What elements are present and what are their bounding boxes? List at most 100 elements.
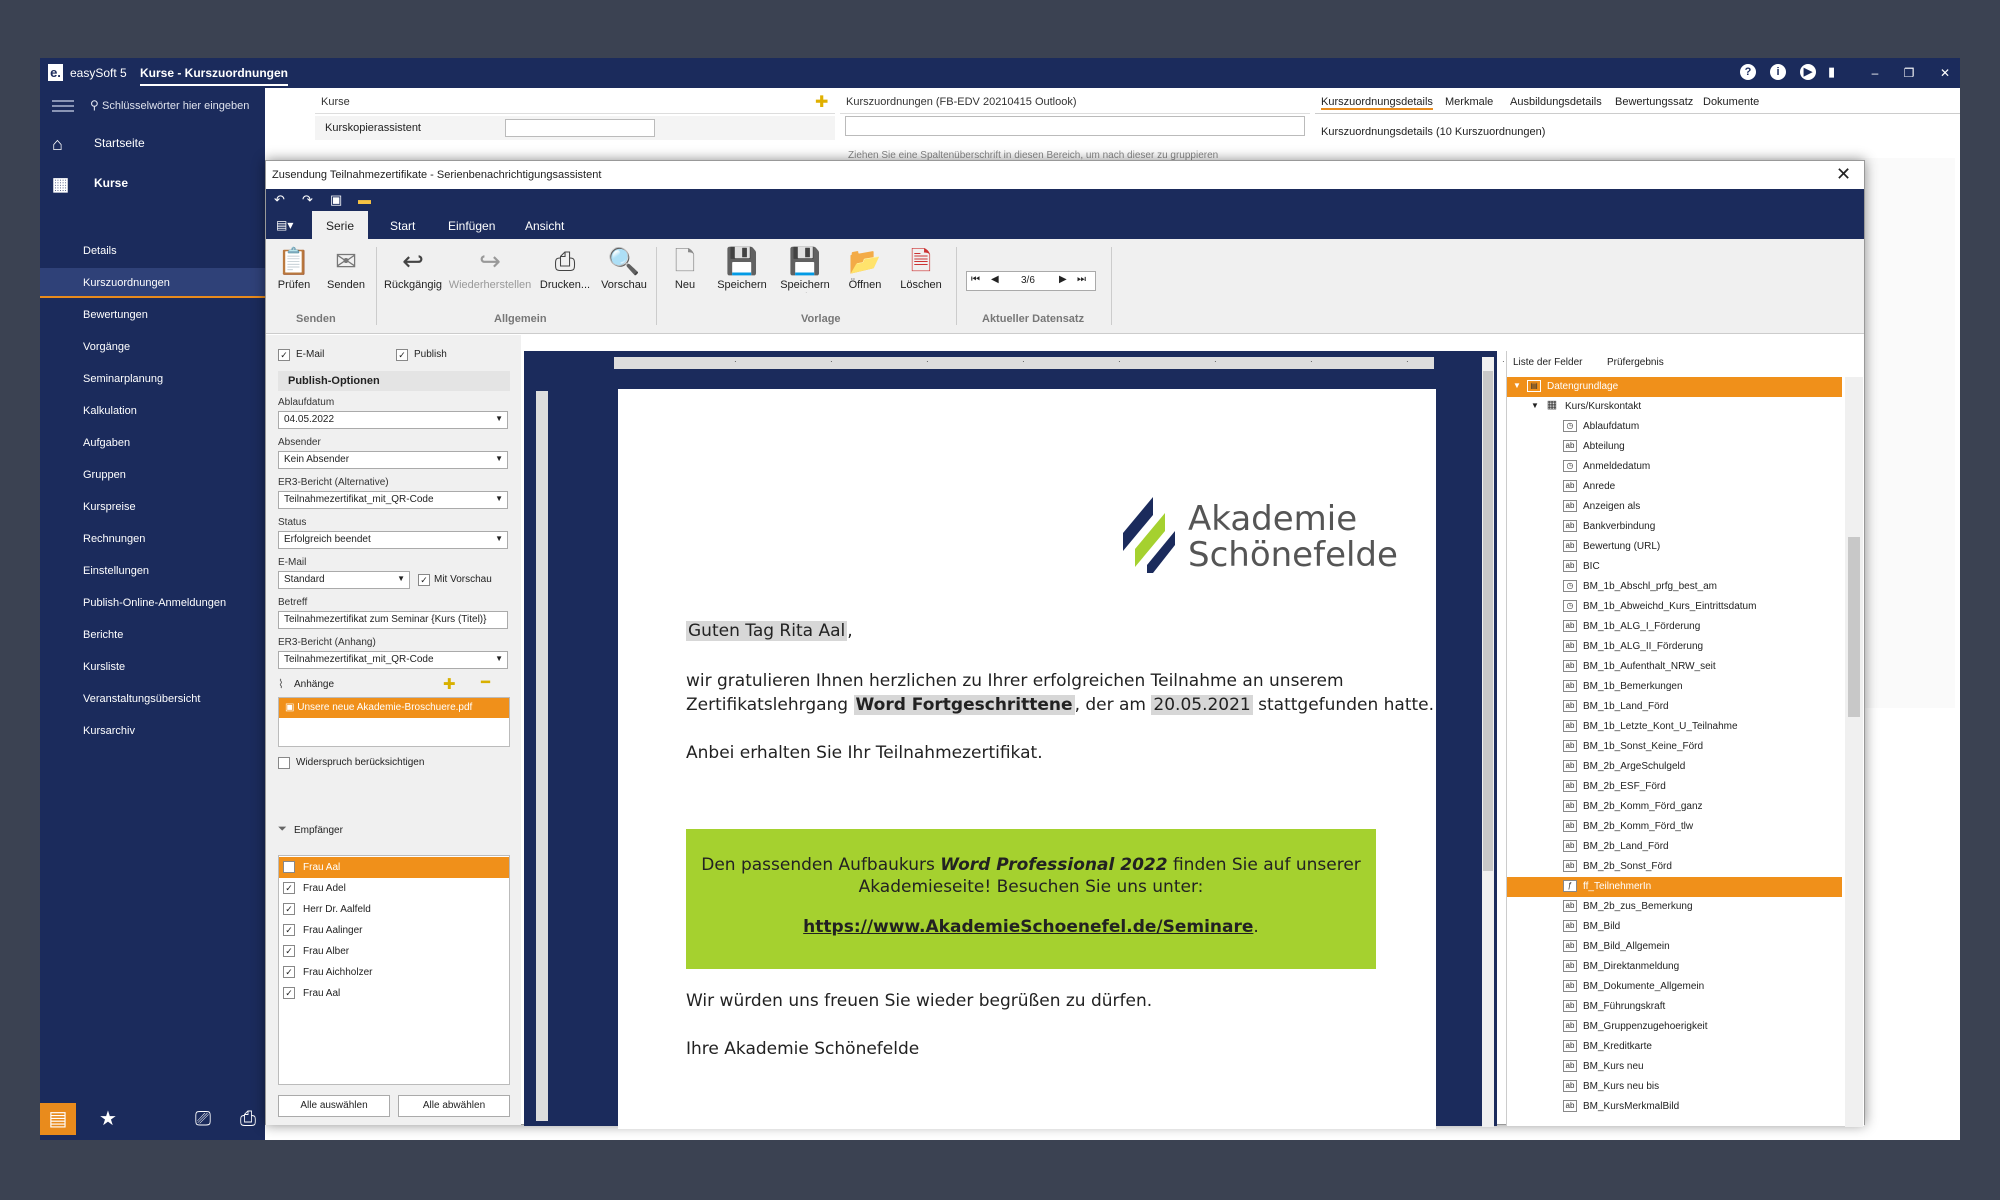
field-item[interactable]: ab Abteilung [1507, 437, 1842, 457]
recipient-item[interactable]: ✓ Frau Aichholzer [279, 962, 509, 983]
er3alt-field[interactable]: Teilnahmezertifikat_mit_QR-Code ▼ [278, 491, 508, 509]
record-navigator[interactable]: ⏮ ◀ 3/6 ▶ ⏭ [966, 271, 1096, 291]
document-editor[interactable]: ·········· Akademie Schönefelde Guten Ta… [524, 351, 1601, 1129]
undo-button[interactable]: ↩ Rückgängig [382, 243, 444, 303]
sidebar-item[interactable]: Bewertungen [40, 300, 265, 330]
field-item[interactable]: ab BM_Dokumente_Allgemein [1507, 977, 1842, 997]
email-template-field[interactable]: Standard ▼ [278, 571, 410, 589]
scrollbar-thumb[interactable] [1483, 371, 1493, 871]
field-item[interactable]: ab BIC [1507, 557, 1842, 577]
nav-kurse[interactable]: ▦ Kurse [52, 168, 252, 198]
field-item[interactable]: ab BM_Direktanmeldung [1507, 957, 1842, 977]
field-item[interactable]: ab Anrede [1507, 477, 1842, 497]
last-record-icon[interactable]: ⏭ [1077, 274, 1086, 285]
pruefen-button[interactable]: 📋 Prüfen [268, 243, 320, 303]
remove-attachment-icon[interactable]: ━ [481, 673, 490, 691]
recipient-item[interactable]: ✓ Frau Aal [279, 857, 509, 878]
horizontal-ruler[interactable]: ·········· [614, 357, 1601, 369]
signal-icon[interactable]: ▮ [1828, 64, 1835, 80]
add-icon[interactable]: ✚ [815, 92, 828, 112]
tab-pruefergebnis[interactable]: Prüfergebnis [1607, 357, 1664, 368]
field-item[interactable]: ab BM_1b_Bemerkungen [1507, 677, 1842, 697]
add-attachment-icon[interactable]: ✚ [443, 675, 456, 693]
field-item[interactable]: ƒ ff_TeilnehmerIn [1507, 877, 1842, 897]
tab-serie[interactable]: Serie [312, 211, 369, 239]
tab-einfuegen[interactable]: Einfügen [434, 211, 509, 239]
recipient-checkbox[interactable]: ✓ [283, 903, 295, 915]
tab-bewertungssatz[interactable]: Bewertungssatz [1615, 96, 1693, 108]
senden-button[interactable]: ✉ Senden [320, 243, 372, 303]
vertical-ruler[interactable] [536, 391, 548, 1121]
info-icon[interactable]: i [1770, 64, 1786, 80]
select-all-button[interactable]: Alle auswählen [278, 1095, 390, 1117]
sidebar-item[interactable]: Kalkulation [40, 396, 265, 426]
merge-field-greeting[interactable]: Guten Tag Rita Aal [686, 621, 848, 641]
field-list-scrollbar[interactable] [1845, 377, 1863, 1127]
tab-start[interactable]: Start [376, 211, 429, 239]
er3anh-field[interactable]: Teilnahmezertifikat_mit_QR-Code ▼ [278, 651, 508, 669]
tab-merkmale[interactable]: Merkmale [1445, 96, 1493, 108]
recipient-checkbox[interactable]: ✓ [283, 861, 295, 873]
minimize-button[interactable]: – [1866, 64, 1884, 82]
field-item[interactable]: ab BM_Kurs neu [1507, 1057, 1842, 1077]
prev-record-icon[interactable]: ◀ [991, 274, 999, 285]
tab-ansicht[interactable]: Ansicht [511, 211, 578, 239]
absender-field[interactable]: Kein Absender ▼ [278, 451, 508, 469]
vorschau-checkbox[interactable]: ✓ [418, 574, 430, 586]
recipient-item[interactable]: ✓ Frau Adel [279, 878, 509, 899]
sidebar-item[interactable]: Kursliste [40, 652, 265, 682]
publish-checkbox[interactable]: ✓ [396, 349, 408, 361]
tree-table-kurskontakt[interactable]: ▼ ▦ Kurs/Kurskontakt [1507, 397, 1842, 417]
field-item[interactable]: ab BM_Kreditkarte [1507, 1037, 1842, 1057]
recipient-checkbox[interactable]: ✓ [283, 882, 295, 894]
print-button[interactable]: ⎙ Drucken... [536, 243, 594, 303]
sidebar-item[interactable]: Berichte [40, 620, 265, 650]
field-item[interactable]: ab BM_Bild [1507, 917, 1842, 937]
field-item[interactable]: ◷ BM_1b_Abschl_prfg_best_am [1507, 577, 1842, 597]
nav-startseite[interactable]: ⌂ Startseite [52, 128, 252, 158]
merge-field-date[interactable]: 20.05.2021 [1151, 695, 1253, 715]
status-field[interactable]: Erfolgreich beendet ▼ [278, 531, 508, 549]
sidebar-item[interactable]: Aufgaben [40, 428, 265, 458]
field-item[interactable]: ab BM_1b_ALG_I_Förderung [1507, 617, 1842, 637]
field-item[interactable]: ab Bewertung (URL) [1507, 537, 1842, 557]
field-item[interactable]: ab BM_1b_ALG_II_Förderung [1507, 637, 1842, 657]
merge-field-course[interactable]: Word Fortgeschrittene [853, 695, 1075, 715]
widerspruch-checkbox[interactable] [278, 757, 290, 769]
preview-button[interactable]: 🔍 Vorschau [596, 243, 652, 303]
tab-field-list[interactable]: Liste der Felder [1513, 357, 1582, 368]
save-icon[interactable]: ▣ [330, 192, 342, 208]
field-item[interactable]: ab BM_1b_Land_Förd [1507, 697, 1842, 717]
search-input[interactable]: Schlüsselwörter hier eingeben [102, 100, 249, 112]
zuord-search-input[interactable] [845, 116, 1305, 136]
help-icon[interactable]: ? [1740, 64, 1756, 80]
recipient-item[interactable]: ✓ Frau Aalinger [279, 920, 509, 941]
sidebar-item[interactable]: Gruppen [40, 460, 265, 490]
field-item[interactable]: ab BM_1b_Aufenthalt_NRW_seit [1507, 657, 1842, 677]
save-as-button[interactable]: 💾Speichern unter [774, 243, 836, 303]
sidebar-item[interactable]: Vorgänge [40, 332, 265, 362]
panel-icon[interactable]: ▤ [40, 1103, 76, 1135]
field-item[interactable]: ab BM_1b_Sonst_Keine_Förd [1507, 737, 1842, 757]
field-item[interactable]: ab BM_2b_zus_Bemerkung [1507, 897, 1842, 917]
delete-button[interactable]: 🗎 Löschen [894, 243, 948, 303]
recipient-checkbox[interactable]: ✓ [283, 966, 295, 978]
sidebar-item[interactable]: Details [40, 236, 265, 266]
ablauf-field[interactable]: 04.05.2022 ▼ [278, 411, 508, 429]
tab-ausbildungsdetails[interactable]: Ausbildungsdetails [1510, 96, 1602, 108]
document-scrollbar[interactable] [1482, 357, 1494, 1127]
seminar-link[interactable]: https://www.AkademieSchoenefel.de/Semina… [803, 917, 1253, 937]
letter-page[interactable]: Akademie Schönefelde Guten Tag Rita Aal,… [618, 389, 1436, 1129]
sidebar-item[interactable]: Veranstaltungsübersicht [40, 684, 265, 714]
field-item[interactable]: ab BM_2b_Komm_Förd_ganz [1507, 797, 1842, 817]
tab-kurszuordnungsdetails[interactable]: Kurszuordnungsdetails [1321, 96, 1433, 110]
sidebar-item[interactable]: Einstellungen [40, 556, 265, 586]
monitor-search-icon[interactable]: ⎚ [185, 1103, 221, 1135]
star-icon[interactable]: ★ [90, 1103, 126, 1135]
field-item[interactable]: ◷ BM_1b_Abweichd_Kurs_Eintrittsdatum [1507, 597, 1842, 617]
field-item[interactable]: ab BM_Kurs neu bis [1507, 1077, 1842, 1097]
field-item[interactable]: ab BM_KursMerkmalBild [1507, 1097, 1842, 1117]
field-item[interactable]: ab BM_2b_Komm_Förd_tlw [1507, 817, 1842, 837]
menu-icon[interactable] [52, 100, 74, 112]
deselect-all-button[interactable]: Alle abwählen [398, 1095, 510, 1117]
